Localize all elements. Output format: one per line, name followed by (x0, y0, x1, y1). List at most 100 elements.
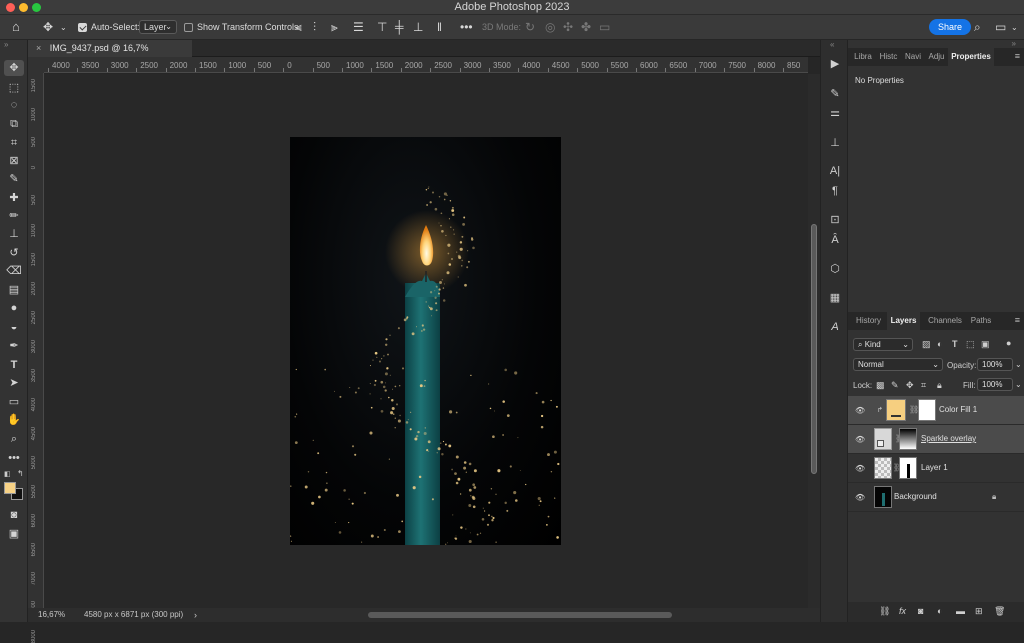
filter-pixel-icon[interactable]: ▨ (922, 339, 931, 350)
horizontal-scroll-thumb[interactable] (368, 612, 672, 618)
color-fill-thumbnail[interactable] (886, 399, 906, 421)
zoom-level[interactable]: 16,67% (38, 608, 65, 622)
workspace-chevron-icon[interactable]: ⌄ (1011, 22, 1018, 34)
move-tool[interactable]: ✥ (4, 60, 24, 76)
layer-mask-thumbnail[interactable] (899, 428, 917, 450)
brush-tool[interactable]: ✏ (4, 208, 24, 224)
type-tool[interactable]: T (4, 357, 24, 373)
collapse-toolbar-icon[interactable]: » (4, 40, 8, 49)
3d-icon[interactable]: ⬡ (827, 262, 843, 276)
edit-toolbar-icon[interactable]: ••• (4, 450, 24, 466)
new-adjustment-layer-icon[interactable]: ◐ (937, 606, 942, 616)
new-group-icon[interactable]: ▬ (956, 606, 965, 616)
dodge-tool[interactable]: ◒ (4, 319, 24, 335)
filter-smart-object-icon[interactable]: ▣ (981, 339, 990, 350)
filter-type-icon[interactable]: T (952, 339, 958, 349)
opacity-field[interactable]: 100% (977, 358, 1013, 371)
visibility-eye-icon[interactable]: 👁︎ (855, 464, 865, 473)
align-left-icon[interactable]: ⫷ (295, 21, 302, 33)
foreground-color-swatch[interactable] (4, 482, 16, 494)
crop-tool[interactable]: ⌗ (4, 135, 24, 151)
frame-tool[interactable]: ⊠ (4, 153, 24, 169)
tab-adjustments[interactable]: Adju (925, 48, 948, 66)
fill-chevron-icon[interactable]: ⌄ (1015, 380, 1022, 389)
paragraph-icon[interactable]: ¶ (827, 184, 843, 198)
lock-position-icon[interactable]: ✥ (906, 380, 914, 391)
zoom-tool[interactable]: ⌕ (4, 431, 24, 447)
close-window-button[interactable] (6, 3, 15, 12)
align-top-icon[interactable]: ⊤ (377, 21, 387, 33)
character-icon[interactable]: A| (827, 164, 843, 178)
tab-properties[interactable]: Properties (948, 48, 994, 66)
share-button[interactable]: Share (929, 19, 972, 35)
visibility-eye-icon[interactable]: 👁︎ (855, 406, 865, 415)
layer-name[interactable]: Sparkle overlay (921, 434, 976, 443)
play-actions-icon[interactable]: ▶ (827, 57, 843, 71)
filter-adjustment-icon[interactable]: ◐ (937, 339, 942, 349)
rectangle-tool[interactable]: ▭ (4, 394, 24, 410)
visibility-eye-icon[interactable]: 👁︎ (855, 493, 865, 502)
layer-row-layer-1[interactable]: 👁︎ ⛓︎ Layer 1 (848, 454, 1024, 483)
clone-stamp-tool[interactable]: ⊥ (4, 226, 24, 242)
character-styles-icon[interactable]: Ȃ (827, 233, 843, 247)
background-thumbnail[interactable] (874, 486, 892, 508)
layer-style-icon[interactable]: fx (899, 606, 906, 616)
path-selection-tool[interactable]: ➤ (4, 375, 24, 391)
layer-row-sparkle-overlay[interactable]: 👁︎ ⛓︎ Sparkle overlay (848, 425, 1024, 454)
new-layer-icon[interactable]: ⊞ (975, 606, 983, 617)
align-middle-icon[interactable]: ╪ (395, 21, 404, 33)
auto-select-checkbox[interactable] (78, 23, 87, 32)
history-brush-tool[interactable]: ↺ (4, 245, 24, 261)
tab-paths[interactable]: Paths (967, 312, 995, 330)
layer-mask-thumbnail[interactable] (918, 399, 936, 421)
show-transform-checkbox[interactable] (184, 23, 193, 32)
expand-panels-icon[interactable]: « (830, 40, 834, 49)
vertical-ruler[interactable]: 1500 1000 500 0 500 1000 1500 2000 2500 3000 3500 4… (28, 73, 44, 643)
blur-tool[interactable]: ● (4, 300, 24, 316)
adjustments-icon[interactable]: ⚌ (827, 106, 843, 120)
layer-name[interactable]: Color Fill 1 (939, 405, 977, 414)
smart-object-thumbnail[interactable] (874, 428, 892, 450)
tab-histogram[interactable]: Histc (876, 48, 901, 66)
layer-name[interactable]: Background (894, 492, 937, 501)
swap-colors-icon[interactable]: ↰ (17, 469, 24, 478)
eraser-tool[interactable]: ⌫ (4, 263, 24, 279)
align-bottom-icon[interactable]: ⊥ (413, 21, 423, 33)
move-tool-icon[interactable]: ✥ (43, 21, 53, 33)
align-center-icon[interactable]: ⫶ (313, 21, 316, 33)
lock-transparent-icon[interactable]: ▩ (876, 380, 885, 391)
layer-thumbnail[interactable] (874, 457, 892, 479)
opacity-chevron-icon[interactable]: ⌄ (1015, 360, 1022, 369)
auto-select-target-dropdown[interactable]: Layer ⌄ (139, 20, 177, 34)
filter-shape-icon[interactable]: ⬚ (966, 339, 975, 350)
more-options-icon[interactable]: ••• (460, 21, 473, 33)
document-canvas[interactable] (290, 137, 561, 545)
marquee-tool[interactable]: ⬚ (4, 80, 24, 96)
layer-row-background[interactable]: 👁︎ Background 🔒︎ (848, 483, 1024, 512)
clone-source-icon[interactable]: ⊥ (827, 136, 843, 150)
distribute-vertical-icon[interactable]: ‖ (437, 21, 442, 33)
minimize-window-button[interactable] (19, 3, 28, 12)
add-mask-icon[interactable]: ◙ (918, 606, 923, 616)
home-icon[interactable]: ⌂ (12, 20, 20, 33)
vertical-scroll-thumb[interactable] (811, 224, 817, 474)
healing-brush-tool[interactable]: ✚ (4, 190, 24, 206)
search-icon[interactable]: ⌕ (974, 21, 981, 33)
tab-layers[interactable]: Layers (887, 312, 920, 330)
type-effects-icon[interactable]: A (827, 320, 843, 334)
quick-mask-icon[interactable]: ◙ (4, 507, 24, 523)
hand-tool[interactable]: ✋ (4, 412, 24, 428)
fill-field[interactable]: 100% (977, 378, 1013, 391)
tool-preset-chevron-icon[interactable]: ⌄ (60, 22, 67, 34)
layer-mask-thumbnail[interactable] (899, 457, 917, 479)
lock-all-icon[interactable]: 🔒︎ (937, 380, 942, 391)
tab-history[interactable]: History (850, 312, 887, 330)
zoom-window-button[interactable] (32, 3, 41, 12)
layers-menu-icon[interactable]: ≡ (1015, 315, 1020, 325)
workspace-icon[interactable]: ▭ (995, 21, 1006, 33)
lock-artboard-icon[interactable]: ⌗ (921, 380, 926, 391)
link-layers-icon[interactable]: ⛓︎ (879, 606, 890, 617)
properties-menu-icon[interactable]: ≡ (1015, 51, 1020, 61)
filter-toggle-icon[interactable]: ● (1006, 338, 1011, 348)
pen-tool[interactable]: ✒ (4, 338, 24, 354)
